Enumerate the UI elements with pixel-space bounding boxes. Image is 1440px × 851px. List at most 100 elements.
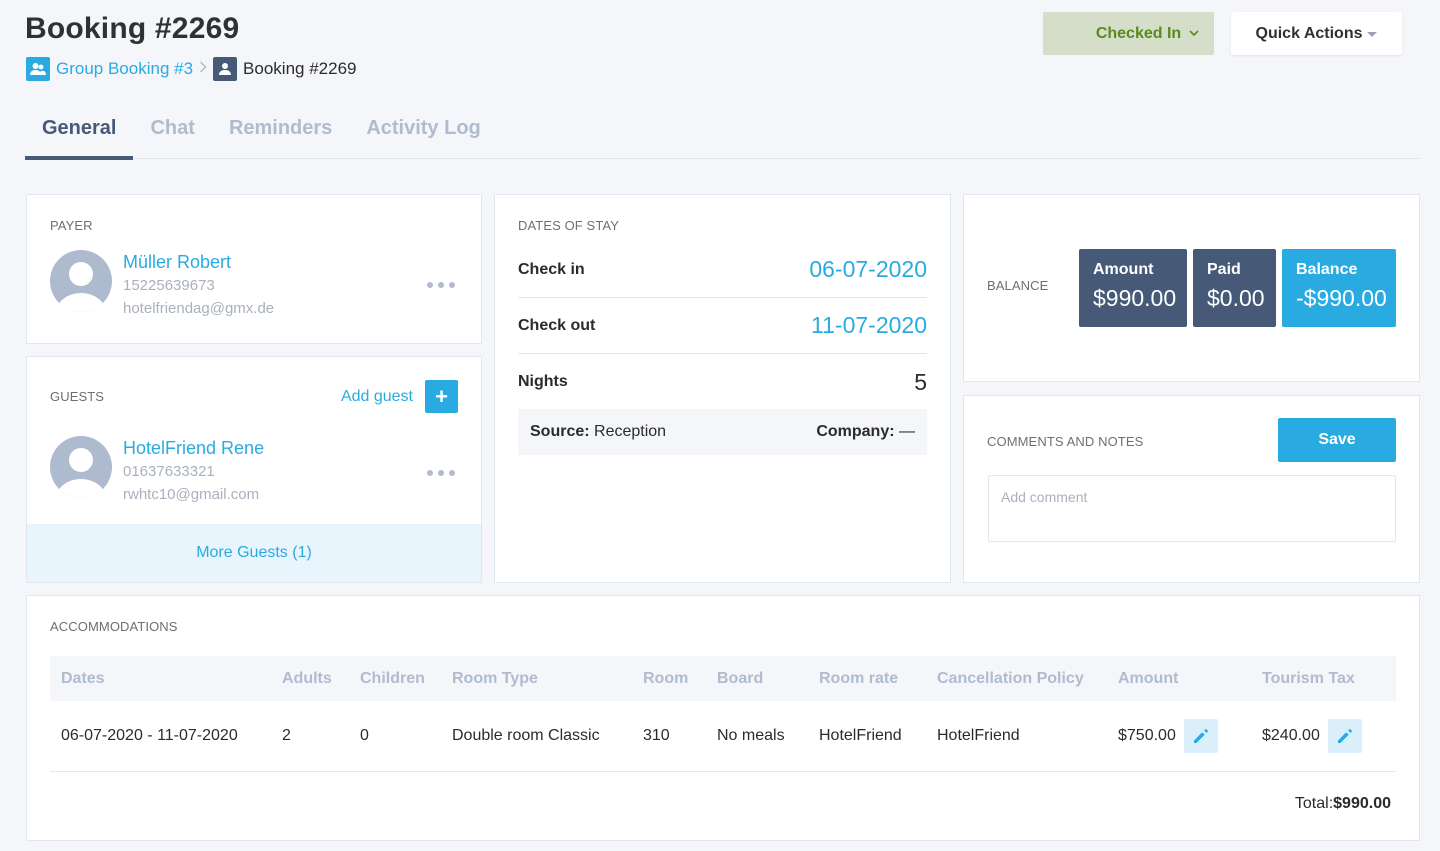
page-title: Booking #2269 — [25, 12, 240, 45]
nights-label: Nights — [518, 373, 568, 390]
source-company-bar: Source: Reception Company: — — [518, 409, 927, 455]
guest-info: HotelFriend Rene 01637633321 rwhtc10@gma… — [123, 436, 264, 506]
check-in-row: Check in 06-07-2020 — [518, 242, 927, 298]
tab-reminders[interactable]: Reminders — [212, 108, 349, 159]
total-value: $990.00 — [1333, 795, 1391, 812]
column-header-room-type: Room Type — [452, 656, 643, 701]
cell-room-type: Double room Classic — [452, 701, 643, 772]
save-button[interactable]: Save — [1278, 418, 1396, 462]
accommodations-table: Dates Adults Children Room Type Room Boa… — [50, 656, 1396, 772]
cell-amount: $750.00 — [1118, 701, 1262, 772]
cell-dates: 06-07-2020 - 11-07-2020 — [50, 701, 282, 772]
check-out-label: Check out — [518, 316, 596, 334]
source-field: Source: Reception — [530, 423, 666, 441]
guests-card: GUESTS Add guest + HotelFriend Rene 0163… — [26, 356, 482, 583]
tourism-tax-value: $240.00 — [1262, 726, 1320, 744]
payer-email: hotelfriendag@gmx.de — [123, 300, 275, 317]
more-guests-button[interactable]: More Guests (1) — [27, 524, 481, 582]
column-header-dates: Dates — [50, 656, 282, 701]
cell-board: No meals — [717, 701, 819, 772]
column-header-tourism-tax: Tourism Tax — [1262, 656, 1396, 701]
balance-card: BALANCE Amount $990.00 Paid $0.00 Balanc… — [963, 194, 1420, 382]
edit-tourism-tax-button[interactable] — [1328, 718, 1363, 753]
status-dropdown-button[interactable]: Checked In — [1043, 12, 1214, 55]
plus-icon: + — [435, 383, 448, 409]
paid-tile: Paid $0.00 — [1193, 249, 1276, 327]
status-label: Checked In — [1095, 24, 1182, 42]
source-label: Source: — [530, 423, 590, 440]
tab-general[interactable]: General — [25, 108, 134, 160]
payer-phone: 15225639673 — [123, 277, 215, 294]
payer-person: Müller Robert 15225639673 hotelfriendag@… — [50, 250, 274, 320]
table-row: 06-07-2020 - 11-07-2020 2 0 Double room … — [50, 701, 1396, 772]
balance-tile: Balance -$990.00 — [1282, 249, 1396, 327]
balance-value: -$990.00 — [1296, 285, 1387, 311]
check-out-date[interactable]: 11-07-2020 — [811, 312, 927, 339]
accommodations-section-label: ACCOMMODATIONS — [50, 619, 178, 634]
edit-amount-button[interactable] — [1184, 718, 1219, 753]
column-header-cancellation-policy: Cancellation Policy — [937, 656, 1118, 701]
paid-label: Paid — [1207, 261, 1241, 278]
column-header-children: Children — [360, 656, 452, 701]
amount-value: $990.00 — [1093, 285, 1177, 311]
quick-actions-button[interactable]: Quick Actions — [1231, 12, 1402, 55]
column-header-room: Room — [643, 656, 717, 701]
cell-tourism-tax: $240.00 — [1262, 701, 1396, 772]
check-out-row: Check out 11-07-2020 — [518, 298, 927, 354]
breadcrumb-group-booking-link[interactable]: Group Booking #3 — [56, 59, 193, 79]
guest-name-link[interactable]: HotelFriend Rene — [123, 436, 264, 460]
add-guest-control: Add guest + — [341, 380, 458, 413]
avatar-icon — [50, 250, 112, 312]
dates-section-label: DATES OF STAY — [518, 218, 619, 233]
nights-value: 5 — [914, 368, 927, 395]
breadcrumb-current: Booking #2269 — [243, 59, 357, 78]
cell-room: 310 — [643, 701, 717, 772]
balance-label: Balance — [1296, 261, 1358, 278]
pencil-icon — [1194, 728, 1209, 743]
amount-label: Amount — [1093, 261, 1154, 278]
source-value: Reception — [594, 423, 667, 440]
breadcrumb: Group Booking #3 Booking #2269 — [26, 57, 356, 81]
cell-children: 0 — [360, 701, 452, 772]
group-icon — [26, 57, 50, 81]
guest-email: rwhtc10@gmail.com — [123, 486, 260, 503]
breadcrumb-separator-icon — [199, 60, 207, 78]
user-icon — [213, 57, 238, 81]
balance-section-label: BALANCE — [987, 278, 1049, 293]
chevron-down-icon — [1188, 26, 1200, 44]
cell-adults: 2 — [282, 701, 360, 772]
add-guest-button[interactable]: + — [425, 380, 458, 413]
comment-input[interactable] — [988, 475, 1396, 542]
total-summary: Total:$990.00 — [1295, 795, 1391, 813]
check-in-label: Check in — [518, 260, 585, 278]
guest-list-item: HotelFriend Rene 01637633321 rwhtc10@gma… — [50, 436, 264, 506]
payer-section-label: PAYER — [50, 218, 93, 233]
cell-room-rate: HotelFriend — [819, 701, 937, 772]
amount-value: $750.00 — [1118, 726, 1176, 744]
pencil-icon — [1338, 728, 1353, 743]
column-header-amount: Amount — [1118, 656, 1262, 701]
caret-down-icon — [1367, 32, 1378, 37]
guests-section-label: GUESTS — [50, 389, 105, 404]
accommodations-card: ACCOMMODATIONS Dates Adults Children Roo… — [26, 595, 1420, 841]
tab-chat[interactable]: Chat — [133, 108, 211, 159]
amount-tile: Amount $990.00 — [1079, 249, 1187, 327]
total-label: Total: — [1294, 795, 1334, 812]
nights-row: Nights 5 — [518, 354, 927, 410]
column-header-adults: Adults — [282, 656, 360, 701]
comments-section-label: COMMENTS AND NOTES — [987, 434, 1144, 449]
payer-name-link[interactable]: Müller Robert — [123, 250, 274, 274]
column-header-room-rate: Room rate — [819, 656, 937, 701]
paid-value: $0.00 — [1207, 285, 1265, 311]
tab-activity-log[interactable]: Activity Log — [349, 108, 497, 159]
guest-more-options-icon[interactable] — [427, 470, 455, 476]
company-value: — — [899, 423, 915, 440]
company-label: Company: — [816, 423, 895, 440]
payer-more-options-icon[interactable] — [427, 282, 455, 288]
avatar-icon — [50, 436, 112, 498]
comments-card: COMMENTS AND NOTES Save — [963, 395, 1420, 583]
column-header-board: Board — [717, 656, 819, 701]
add-guest-link[interactable]: Add guest — [341, 388, 413, 406]
check-in-date[interactable]: 06-07-2020 — [809, 256, 927, 283]
quick-actions-label: Quick Actions — [1255, 24, 1363, 42]
